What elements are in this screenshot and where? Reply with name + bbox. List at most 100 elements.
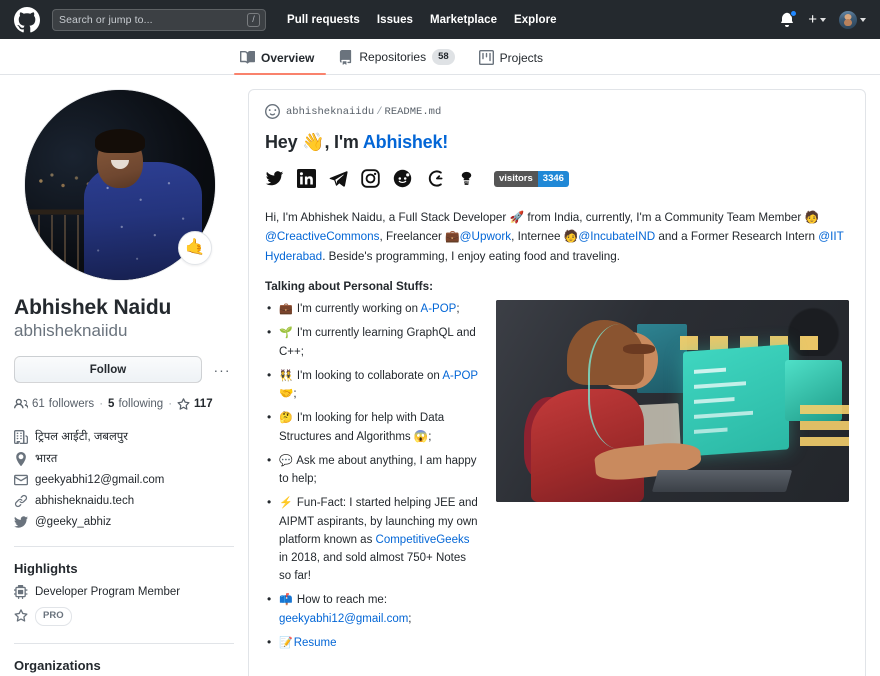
rocket-emoji: 🚀	[509, 211, 525, 224]
readme-illustration	[496, 299, 849, 502]
profile-login: abhisheknaiidu	[14, 321, 128, 341]
readme-greeting: Hey 👋, I'm Abhishek!	[265, 132, 849, 153]
stars-count[interactable]: 117	[194, 398, 213, 410]
project-icon	[478, 50, 494, 65]
readme-path[interactable]: abhisheknaiidu / README.md	[286, 106, 441, 118]
illustration-sticky-notes-2	[799, 404, 849, 450]
detail-organization-text: ट्रिपल आईटी, जबलपुर	[35, 431, 128, 444]
bullet-link-resume[interactable]: Resume	[294, 637, 337, 649]
bio-link-creative-commons[interactable]: @CreactiveCommons	[265, 230, 379, 243]
more-options-button[interactable]: ···	[210, 358, 234, 382]
detail-twitter[interactable]: @geeky_abhiz	[14, 515, 234, 529]
briefcase-emoji: 💼	[445, 230, 460, 244]
bullet-post: 😱;	[413, 430, 432, 443]
illustration-main-screen	[683, 344, 789, 458]
bullet-emoji: 🤔	[279, 412, 293, 425]
personal-stuffs-list: 💼 I'm currently working on A-POP; 🌱 I'm …	[265, 299, 480, 658]
following-label: following	[118, 398, 164, 411]
codeforces-icon[interactable]	[425, 169, 444, 188]
nav-explore[interactable]: Explore	[514, 14, 557, 26]
highlight-pro[interactable]: PRO	[14, 607, 234, 626]
bullet-text: Ask me about anything, I am happy to hel…	[279, 454, 477, 486]
follow-button[interactable]: Follow	[14, 356, 202, 384]
bullet-emoji: 💬	[279, 454, 293, 467]
profile-details: ट्रिपल आईटी, जबलपुर भारत geekyabhi12@gma…	[14, 429, 234, 529]
followers-count[interactable]: 61	[32, 398, 45, 410]
nav-issues[interactable]: Issues	[377, 14, 413, 26]
bio-p6: . Beside's programming, I enjoy eating f…	[322, 249, 621, 263]
bullet-link-a-pop[interactable]: A-POP	[421, 303, 457, 315]
detail-twitter-text[interactable]: @geeky_abhiz	[35, 516, 111, 528]
developer-program-icon	[14, 585, 28, 600]
codechef-icon[interactable]: CHEF	[457, 169, 476, 188]
telegram-icon[interactable]	[329, 169, 348, 188]
search-placeholder: Search or jump to...	[59, 13, 153, 26]
greeting-mid: , I'm	[324, 132, 363, 152]
highlight-developer-program[interactable]: Developer Program Member	[14, 585, 234, 600]
bullet-link-a-pop-collab[interactable]: A-POP	[442, 370, 478, 382]
sidebar-divider-2	[14, 642, 234, 644]
nav-marketplace[interactable]: Marketplace	[430, 14, 497, 26]
bio-link-upwork[interactable]: @Upwork	[460, 230, 511, 243]
bullet-post: 🤝;	[279, 388, 297, 401]
reddit-icon[interactable]	[393, 169, 412, 188]
detail-website-text[interactable]: abhisheknaidu.tech	[35, 495, 134, 507]
wave-emoji: 👋	[302, 132, 325, 152]
svg-text:CHEF: CHEF	[463, 182, 470, 185]
list-item: 📝Resume	[265, 633, 480, 652]
personal-stuffs-title: Talking about Personal Stuffs:	[265, 279, 433, 293]
link-icon	[14, 495, 28, 508]
tab-repositories[interactable]: Repositories 58	[326, 49, 466, 74]
visitors-count: 3346	[537, 170, 569, 187]
illustration-keyboard	[651, 469, 793, 492]
detail-email[interactable]: geekyabhi12@gmail.com	[14, 473, 234, 487]
tab-projects[interactable]: Projects	[467, 50, 555, 74]
location-icon	[16, 451, 26, 466]
list-item: 🤔 I'm looking for help with Data Structu…	[265, 408, 480, 446]
detail-organization: ट्रिपल आईटी, जबलपुर	[14, 429, 234, 444]
following-count[interactable]: 5	[108, 398, 114, 410]
pro-badge: PRO	[35, 607, 72, 626]
user-avatar-small	[839, 10, 857, 29]
list-item: 💼 I'm currently working on A-POP;	[265, 299, 480, 318]
bullet-emoji: 👯	[279, 369, 293, 382]
create-new-button[interactable]: +	[808, 12, 826, 27]
status-emoji-badge[interactable]: 🤙	[178, 231, 212, 265]
notifications-button[interactable]	[779, 9, 798, 29]
twitter-icon[interactable]	[265, 169, 284, 188]
profile-name: Abhishek Naidu	[14, 296, 172, 319]
path-separator: /	[376, 105, 383, 118]
followers-label: followers	[48, 398, 95, 411]
detail-email-text[interactable]: geekyabhi12@gmail.com	[35, 474, 164, 486]
bullet-link-email[interactable]: geekyabhi12@gmail.com	[279, 613, 408, 625]
tab-overview[interactable]: Overview	[234, 50, 327, 75]
bio-p5: and a Former Research Intern	[655, 230, 819, 244]
list-item: 🌱 I'm currently learning GraphQL and C++…	[265, 323, 480, 361]
tab-overview-label: Overview	[261, 50, 315, 65]
bullet-link-competitivegeeks[interactable]: CompetitiveGeeks	[376, 534, 470, 546]
search-shortcut-key: /	[247, 12, 260, 27]
visitors-badge: visitors 3346	[494, 170, 569, 187]
illustration-rim-light	[587, 324, 666, 450]
bullet-text: I'm currently learning GraphQL and C++;	[279, 327, 476, 358]
instagram-icon[interactable]	[361, 169, 380, 188]
people-icon	[14, 399, 28, 409]
mail-icon	[14, 475, 28, 486]
readme-body-split: 💼 I'm currently working on A-POP; 🌱 I'm …	[265, 299, 849, 658]
bullet-emoji: 📝	[279, 636, 293, 649]
global-header: Search or jump to... / Pull requests Iss…	[0, 0, 880, 39]
linkedin-icon[interactable]	[297, 169, 316, 188]
bio-link-incubateind[interactable]: @IncubateIND	[578, 230, 655, 243]
bullet-emoji: 🌱	[279, 327, 293, 340]
nav-pull-requests[interactable]: Pull requests	[287, 14, 360, 26]
tab-repositories-count: 58	[432, 49, 455, 65]
tab-projects-label: Projects	[499, 50, 544, 65]
highlights-title: Highlights	[14, 561, 78, 577]
search-input[interactable]: Search or jump to... /	[52, 8, 266, 31]
github-logo-icon[interactable]	[14, 6, 40, 33]
profile-sidebar: 🤙 Abhishek Naidu abhisheknaiidu Follow ·…	[14, 75, 234, 676]
account-menu-button[interactable]	[839, 10, 866, 29]
detail-website[interactable]: abhisheknaidu.tech	[14, 494, 234, 508]
bullet-post: ;	[456, 302, 460, 315]
bullet-text: I'm looking to collaborate on	[296, 369, 443, 382]
